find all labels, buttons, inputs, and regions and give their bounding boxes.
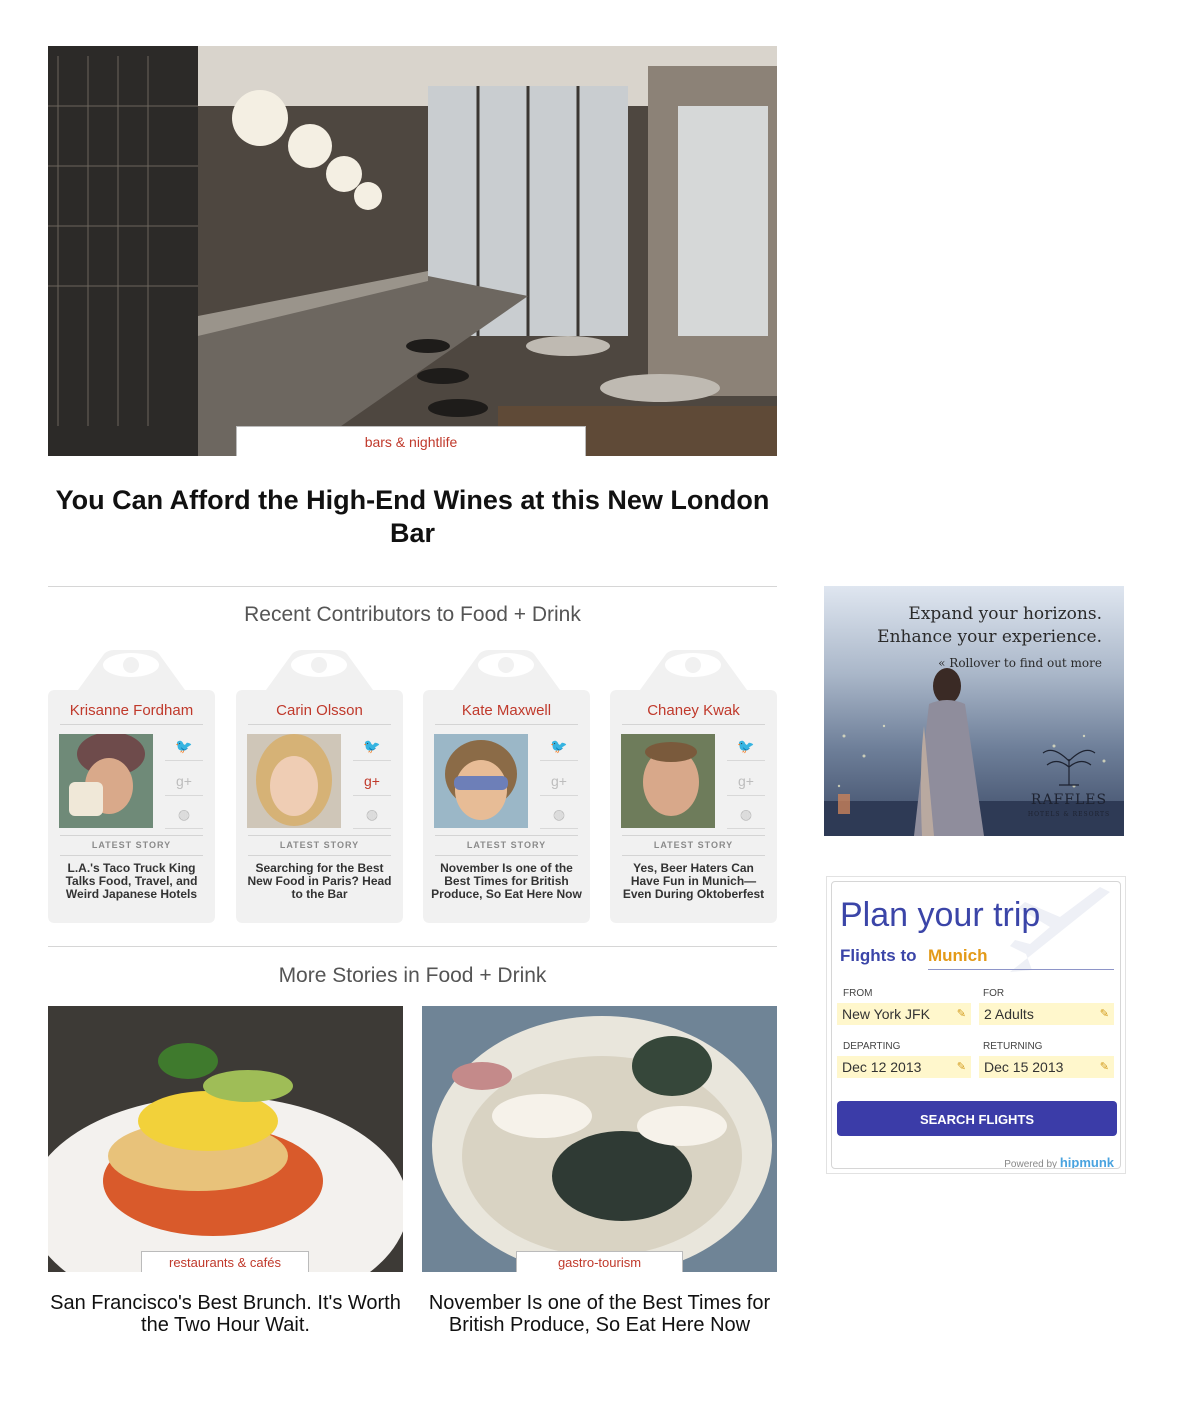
from-label: FROM	[843, 988, 873, 999]
hero-image[interactable]	[48, 46, 777, 456]
google-plus-icon[interactable]: g+	[540, 767, 578, 796]
returning-date-field[interactable]: Dec 15 2013 ✎	[979, 1056, 1114, 1078]
ad-brand-sub: HOTELS & RESORTS	[1027, 811, 1111, 818]
google-plus-icon[interactable]: g+	[727, 767, 765, 796]
latest-story-link[interactable]: L.A.'s Taco Truck King Talks Food, Trave…	[56, 862, 207, 901]
flight-search-widget: Plan your trip Flights to Munich FROM Ne…	[826, 876, 1126, 1174]
story-image[interactable]	[48, 1006, 403, 1272]
google-plus-icon[interactable]: g+	[165, 767, 203, 796]
pencil-icon: ✎	[1099, 1061, 1109, 1073]
flights-to-label: Flights to	[840, 946, 917, 965]
story-title[interactable]: November Is one of the Best Times for Br…	[422, 1292, 777, 1336]
story-image[interactable]	[422, 1006, 777, 1272]
contributor-avatar[interactable]	[59, 734, 153, 828]
contributor-card: Carin Olsson 🐦 g+ ◍ LATEST STORY Searchi…	[236, 648, 403, 923]
latest-story-label: LATEST STORY	[279, 840, 360, 850]
destination-field[interactable]: Munich	[928, 946, 988, 966]
passengers-field[interactable]: 2 Adults ✎	[979, 1003, 1114, 1025]
contributor-name[interactable]: Kate Maxwell	[423, 702, 590, 719]
contributor-avatar[interactable]	[434, 734, 528, 828]
globe-icon[interactable]: ◍	[727, 800, 765, 829]
from-field[interactable]: New York JFK ✎	[837, 1003, 971, 1025]
departing-label: DEPARTING	[843, 1041, 901, 1052]
twitter-icon[interactable]: 🐦	[727, 732, 765, 761]
for-label: FOR	[983, 988, 1005, 999]
pencil-icon: ✎	[956, 1008, 966, 1020]
powered-by[interactable]: Powered by hipmunk	[1004, 1155, 1114, 1169]
contributors-heading: Recent Contributors to Food + Drink	[244, 603, 581, 626]
contributor-avatar[interactable]	[247, 734, 341, 828]
latest-story-link[interactable]: Yes, Beer Haters Can Have Fun in Munich—…	[618, 862, 769, 901]
ad-brand: RAFFLES	[1030, 792, 1108, 808]
ad-headline: Expand your horizons.	[908, 604, 1102, 624]
twitter-icon[interactable]: 🐦	[353, 732, 391, 761]
contributor-card: Krisanne Fordham 🐦 g+ ◍ LATEST STORY L.A…	[48, 648, 215, 923]
stories-heading: More Stories in Food + Drink	[278, 964, 547, 987]
latest-story-label: LATEST STORY	[653, 840, 734, 850]
section-divider	[48, 586, 777, 587]
returning-label: RETURNING	[983, 1041, 1043, 1052]
raffles-logo-icon	[1042, 749, 1096, 786]
contributor-name[interactable]: Chaney Kwak	[610, 702, 777, 719]
google-plus-icon[interactable]: g+	[353, 767, 391, 796]
contributor-card: Kate Maxwell 🐦 g+ ◍ LATEST STORY Novembe…	[423, 648, 590, 923]
story-category-tag[interactable]: gastro-tourism	[516, 1251, 683, 1272]
globe-icon[interactable]: ◍	[540, 800, 578, 829]
widget-title: Plan your trip	[840, 896, 1041, 934]
globe-icon[interactable]: ◍	[353, 800, 391, 829]
story-category-tag[interactable]: restaurants & cafés	[141, 1251, 309, 1272]
twitter-icon[interactable]: 🐦	[165, 732, 203, 761]
latest-story-link[interactable]: Searching for the Best New Food in Paris…	[244, 862, 395, 901]
twitter-icon[interactable]: 🐦	[540, 732, 578, 761]
contributor-card: Chaney Kwak 🐦 g+ ◍ LATEST STORY Yes, Bee…	[610, 648, 777, 923]
hipmunk-logo: hipmunk	[1059, 1155, 1114, 1169]
contributor-name[interactable]: Krisanne Fordham	[48, 702, 215, 719]
ad-rollover-text: « Rollover to find out more	[938, 656, 1102, 670]
pencil-icon: ✎	[1099, 1008, 1109, 1020]
departing-date-field[interactable]: Dec 12 2013 ✎	[837, 1056, 971, 1078]
bar-interior-illustration	[48, 46, 777, 456]
globe-icon[interactable]: ◍	[165, 800, 203, 829]
section-divider	[48, 946, 777, 947]
contributor-name[interactable]: Carin Olsson	[236, 702, 403, 719]
contributor-avatar[interactable]	[621, 734, 715, 828]
raffles-ad[interactable]: Expand your horizons. Enhance your exper…	[824, 586, 1124, 836]
double-chevron-left-icon: «	[938, 656, 950, 670]
story-title[interactable]: San Francisco's Best Brunch. It's Worth …	[48, 1292, 403, 1336]
ad-headline: Enhance your experience.	[877, 627, 1102, 647]
latest-story-label: LATEST STORY	[466, 840, 547, 850]
hero-title[interactable]: You Can Afford the High-End Wines at thi…	[48, 484, 777, 550]
latest-story-label: LATEST STORY	[91, 840, 172, 850]
pencil-icon: ✎	[956, 1061, 966, 1073]
latest-story-link[interactable]: November Is one of the Best Times for Br…	[431, 862, 582, 901]
hero-category-tag[interactable]: bars & nightlife	[236, 426, 586, 456]
search-flights-button[interactable]: SEARCH FLIGHTS	[837, 1101, 1117, 1136]
